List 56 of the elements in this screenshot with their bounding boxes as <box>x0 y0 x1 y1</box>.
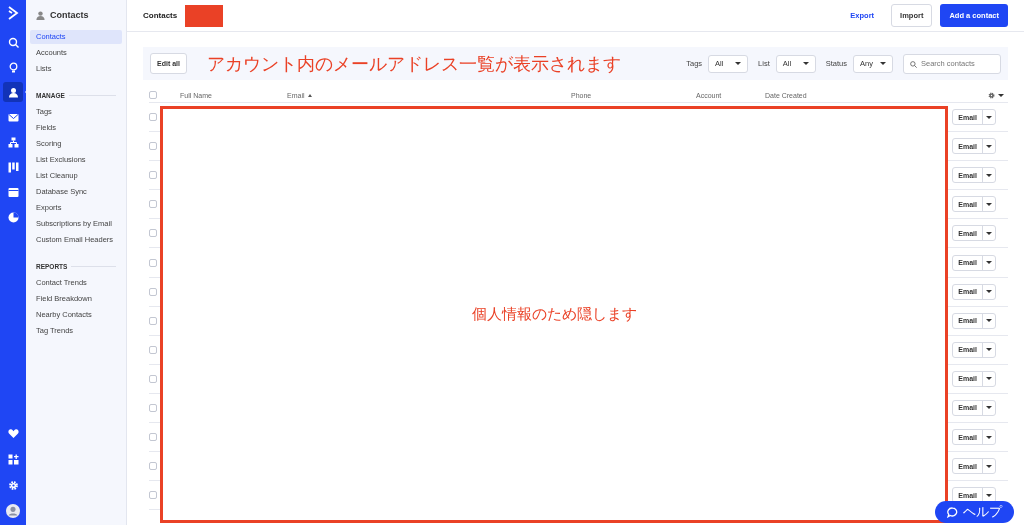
caret-icon <box>986 290 992 294</box>
envelope-icon <box>7 111 19 123</box>
caret-icon <box>998 93 1004 97</box>
row-checkbox[interactable] <box>149 258 157 267</box>
redaction-block <box>185 4 224 27</box>
caret-icon <box>986 493 992 497</box>
avatar-icon <box>6 504 20 518</box>
caret-icon <box>986 348 992 352</box>
redaction-note: 個人情報のため隠します <box>471 305 637 324</box>
pie-chart-icon <box>7 211 19 223</box>
row-checkbox[interactable] <box>149 345 157 354</box>
caret-icon <box>986 261 992 264</box>
caret-icon <box>986 406 992 410</box>
row-checkbox[interactable] <box>149 491 157 500</box>
caret-icon <box>986 173 992 177</box>
row-checkbox[interactable] <box>149 200 157 209</box>
help-button[interactable]: ヘルプ <box>935 501 1014 523</box>
row-checkbox[interactable] <box>149 142 157 151</box>
select-all-checkbox[interactable] <box>149 91 157 99</box>
row-checkbox[interactable] <box>149 316 157 325</box>
row-checkbox[interactable] <box>149 171 157 180</box>
caret-icon <box>986 231 992 235</box>
chat-bubble-icon <box>947 506 958 518</box>
person-icon <box>7 86 19 98</box>
page-title: Contacts <box>143 11 178 20</box>
row-checkbox[interactable] <box>149 287 157 296</box>
heart-icon <box>7 427 19 439</box>
caret-icon <box>986 319 992 323</box>
caret-icon <box>986 435 992 439</box>
row-checkbox[interactable] <box>149 433 157 442</box>
row-checkbox[interactable] <box>149 462 157 471</box>
lightbulb-icon <box>7 61 19 73</box>
row-checkbox[interactable] <box>149 404 157 412</box>
caret-icon <box>986 464 992 468</box>
window-icon <box>7 186 19 198</box>
row-checkbox[interactable] <box>149 374 157 383</box>
row-checkbox[interactable] <box>149 113 157 122</box>
caret-icon <box>735 62 742 65</box>
logo-icon[interactable] <box>7 6 19 20</box>
caret-icon <box>880 62 886 65</box>
caret-icon <box>986 202 992 206</box>
settings-icon <box>988 91 995 99</box>
caret-icon <box>986 377 992 381</box>
settings-icon <box>7 479 19 491</box>
person-icon <box>36 10 45 20</box>
caret-icon <box>986 115 992 119</box>
caret-icon <box>986 144 992 148</box>
annotation-caption: アカウント内のメールアドレス一覧が表示されます <box>206 51 621 76</box>
apps-icon <box>7 453 19 465</box>
columns-icon <box>7 161 19 173</box>
row-checkbox[interactable] <box>149 229 157 238</box>
sidebar-title: Contacts <box>50 10 89 20</box>
search-icon <box>7 36 19 48</box>
flowchart-icon <box>7 136 19 148</box>
avatar-nav-button[interactable] <box>3 501 23 521</box>
caret-icon <box>802 62 809 65</box>
